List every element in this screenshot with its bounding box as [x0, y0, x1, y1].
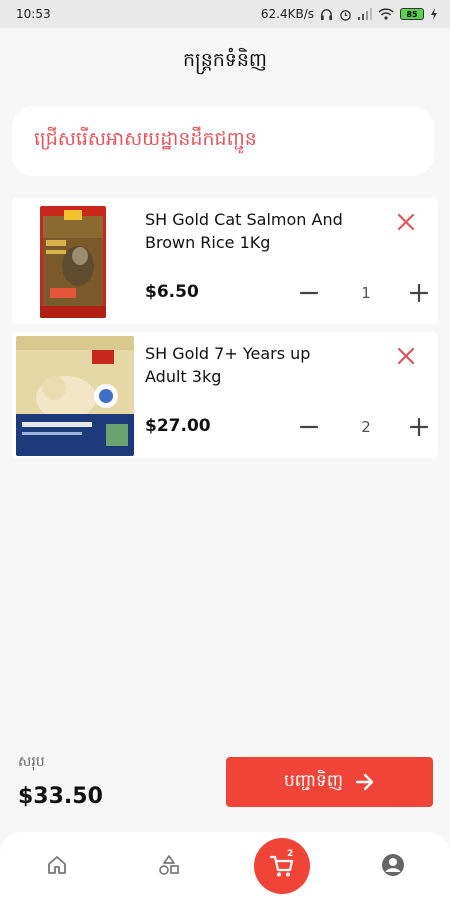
product-image[interactable]: [40, 206, 106, 318]
remove-item-button[interactable]: [396, 212, 416, 232]
network-speed: 62.4KB/s: [260, 7, 314, 21]
product-name[interactable]: SH Gold 7+ Years up Adult 3kg: [145, 342, 345, 388]
minus-icon: [299, 291, 319, 295]
cart-item: SH Gold 7+ Years up Adult 3kg $27.00 2: [12, 332, 438, 458]
nav-profile[interactable]: [378, 850, 408, 880]
bottom-navigation: 2: [0, 832, 450, 900]
nav-categories[interactable]: [154, 850, 184, 880]
categories-icon: [159, 855, 179, 875]
checkout-button[interactable]: បញ្ជាទិញ: [226, 757, 433, 807]
page-title: កន្ត្រកទំនិញ: [182, 49, 268, 71]
status-icons: 62.4KB/s 85: [261, 7, 438, 21]
product-image[interactable]: [16, 336, 134, 456]
headphones-icon: [320, 8, 333, 21]
select-delivery-address-button[interactable]: ជ្រើសរើសអាសយដ្ឋានដឹកជញ្ជូន: [12, 106, 434, 176]
minus-icon: [299, 425, 319, 429]
increase-quantity-button[interactable]: [408, 282, 430, 304]
nav-cart[interactable]: 2: [254, 838, 310, 894]
plus-icon: [409, 417, 429, 437]
product-price: $6.50: [145, 282, 199, 302]
signal-icon: [358, 8, 372, 20]
decrease-quantity-button[interactable]: [298, 416, 320, 438]
total-value: $33.50: [18, 784, 103, 809]
total-label: សរុប: [18, 754, 45, 770]
alarm-icon: [339, 8, 352, 21]
plus-icon: [409, 283, 429, 303]
home-icon: [48, 856, 66, 874]
battery-icon: 85: [400, 8, 424, 20]
cart-count-badge: 2: [287, 849, 294, 859]
quantity-value: 1: [361, 284, 371, 302]
delivery-address-label: ជ្រើសរើសអាសយដ្ឋានដឹកជញ្ជូន: [34, 128, 257, 150]
charging-icon: [430, 8, 438, 20]
increase-quantity-button[interactable]: [408, 416, 430, 438]
quantity-value: 2: [361, 418, 371, 436]
wifi-icon: [378, 8, 394, 20]
checkout-label: បញ្ជាទិញ: [283, 770, 344, 791]
decrease-quantity-button[interactable]: [298, 282, 320, 304]
product-name[interactable]: SH Gold Cat Salmon And Brown Rice 1Kg: [145, 208, 345, 254]
remove-item-button[interactable]: [396, 346, 416, 366]
status-time: 10:53: [16, 7, 51, 21]
profile-icon: [382, 854, 404, 876]
status-bar: 10:53 62.4KB/s 85: [0, 0, 450, 28]
arrow-right-icon: [355, 773, 374, 791]
product-price: $27.00: [145, 416, 211, 436]
close-icon: [397, 213, 415, 231]
cart-item: SH Gold Cat Salmon And Brown Rice 1Kg $6…: [12, 198, 438, 324]
nav-home[interactable]: [42, 850, 72, 880]
close-icon: [397, 347, 415, 365]
